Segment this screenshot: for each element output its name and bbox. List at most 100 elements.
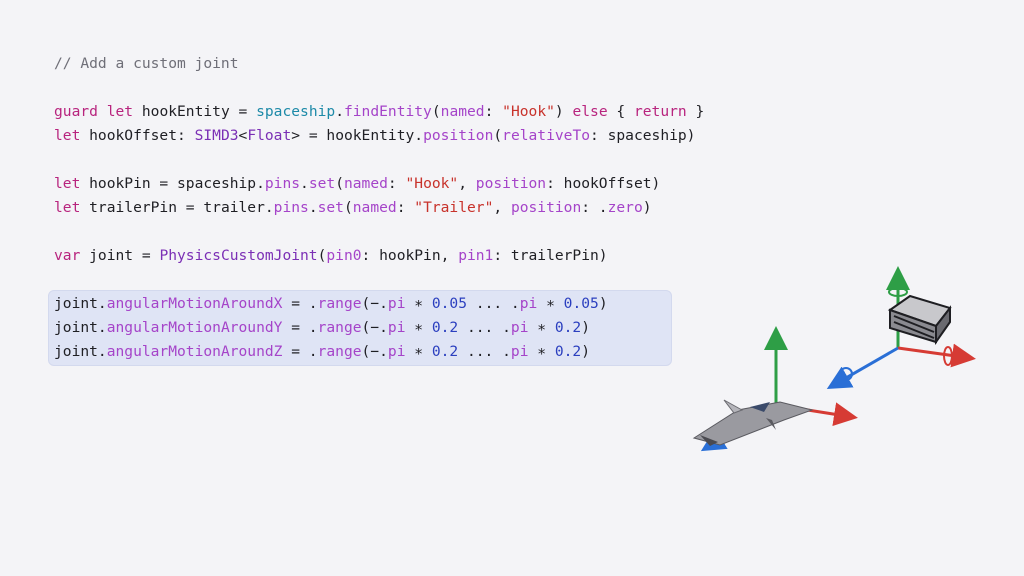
code-token: (−. <box>361 319 388 336</box>
code-token: ( <box>431 103 441 120</box>
code-line: var joint = PhysicsCustomJoint(pin0: hoo… <box>54 244 704 268</box>
code-token: pin0 <box>326 247 362 264</box>
code-token: pi <box>387 319 406 336</box>
code-token: angularMotionAroundZ <box>106 343 283 360</box>
code-token: range <box>317 343 362 360</box>
code-token: (−. <box>361 343 388 360</box>
code-line: guard let hookEntity = spaceship.findEnt… <box>54 100 704 124</box>
code-token: position <box>510 199 582 216</box>
code-token: ∗ <box>537 295 564 312</box>
code-token: return <box>633 103 687 120</box>
code-token: ( <box>493 127 503 144</box>
code-token: "Hook" <box>502 103 555 120</box>
code-token: joint = <box>80 247 160 264</box>
code-token: ∗ <box>528 343 555 360</box>
code-token: let <box>54 175 81 192</box>
code-token: ) <box>581 319 591 336</box>
code-token: ... . <box>458 343 511 360</box>
code-token: set <box>308 175 336 192</box>
code-token: let <box>54 199 81 216</box>
code-token: joint. <box>54 343 107 360</box>
code-token: pi <box>510 343 529 360</box>
code-token: . <box>308 199 318 216</box>
code-token: let <box>54 127 81 144</box>
code-token: : trailerPin) <box>493 247 608 264</box>
code-line: let hookPin = spaceship.pins.set(named : … <box>54 172 704 196</box>
code-token: let <box>106 103 134 120</box>
code-token: joint. <box>54 319 107 336</box>
code-token: guard <box>54 103 98 120</box>
code-token: : <box>387 175 406 192</box>
code-token: hookOffset: <box>80 127 195 144</box>
code-token: "Hook" <box>405 175 459 192</box>
code-token: = . <box>282 343 318 360</box>
code-token: ) <box>642 199 652 216</box>
code-token: relativeTo <box>502 127 591 144</box>
code-token: pi <box>519 295 538 312</box>
code-token: angularMotionAroundY <box>106 319 283 336</box>
code-token: ) <box>554 103 573 120</box>
code-token: Float <box>247 127 292 144</box>
code-token: pin1 <box>458 247 494 264</box>
code-token: ∗ <box>405 343 432 360</box>
code-token: = . <box>282 319 318 336</box>
code-token: ) <box>598 295 608 312</box>
code-token: 0.05 <box>563 295 599 312</box>
code-token: : . <box>581 199 608 216</box>
code-token: angularMotionAroundX <box>106 295 283 312</box>
code-listing: // Add a custom joint guard let hookEntit… <box>54 52 704 364</box>
code-line: let trailerPin = trailer.pins.set(named:… <box>54 196 704 220</box>
code-token: . <box>300 175 309 192</box>
code-token: ... . <box>458 319 511 336</box>
code-token: ( <box>335 175 344 192</box>
code-token: named <box>343 175 388 192</box>
code-line: joint.angularMotionAroundZ = .range(−.pi… <box>54 340 704 364</box>
code-token: : spaceship) <box>590 127 696 144</box>
code-token: trailerPin = trailer. <box>80 199 274 216</box>
joint-axes-illustration <box>692 266 976 452</box>
code-token: range <box>317 295 362 312</box>
code-token: (−. <box>361 295 388 312</box>
code-token: findEntity <box>343 103 432 120</box>
code-token: PhysicsCustomJoint <box>159 247 318 264</box>
code-token: , <box>458 175 476 192</box>
code-token: range <box>317 319 362 336</box>
code-token: pi <box>387 343 406 360</box>
code-token: pins <box>264 175 301 192</box>
code-token: > = hookEntity. <box>291 127 424 144</box>
code-token: { <box>607 103 634 120</box>
code-token: < <box>238 127 248 144</box>
code-token: 0.2 <box>554 343 582 360</box>
code-token: spaceship <box>256 103 336 120</box>
code-token: : <box>484 103 503 120</box>
code-token: // Add a custom joint <box>54 55 239 72</box>
code-token: named <box>440 103 485 120</box>
code-line: joint.angularMotionAroundX = .range(−.pi… <box>54 292 704 316</box>
code-token: position <box>423 127 494 144</box>
code-token: set <box>317 199 344 216</box>
code-token: SIMD3 <box>194 127 239 144</box>
code-token: 0.2 <box>431 343 459 360</box>
code-token: pi <box>387 295 406 312</box>
code-token: "Trailer" <box>414 199 494 216</box>
code-token: 0.2 <box>554 319 582 336</box>
code-token: named <box>352 199 397 216</box>
code-token: = . <box>282 295 318 312</box>
code-token: ∗ <box>405 295 432 312</box>
code-token: ∗ <box>528 319 555 336</box>
code-token: hookPin = spaceship. <box>80 175 265 192</box>
code-token: hookEntity = <box>133 103 257 120</box>
code-token: : hookOffset) <box>546 175 661 192</box>
code-token: zero <box>607 199 643 216</box>
code-token: 0.05 <box>431 295 467 312</box>
code-token: . <box>335 103 344 120</box>
code-token: pins <box>273 199 309 216</box>
code-line: // Add a custom joint <box>54 52 704 76</box>
code-token: : hookPin, <box>361 247 459 264</box>
code-token: ) <box>581 343 591 360</box>
code-token: pi <box>510 319 529 336</box>
